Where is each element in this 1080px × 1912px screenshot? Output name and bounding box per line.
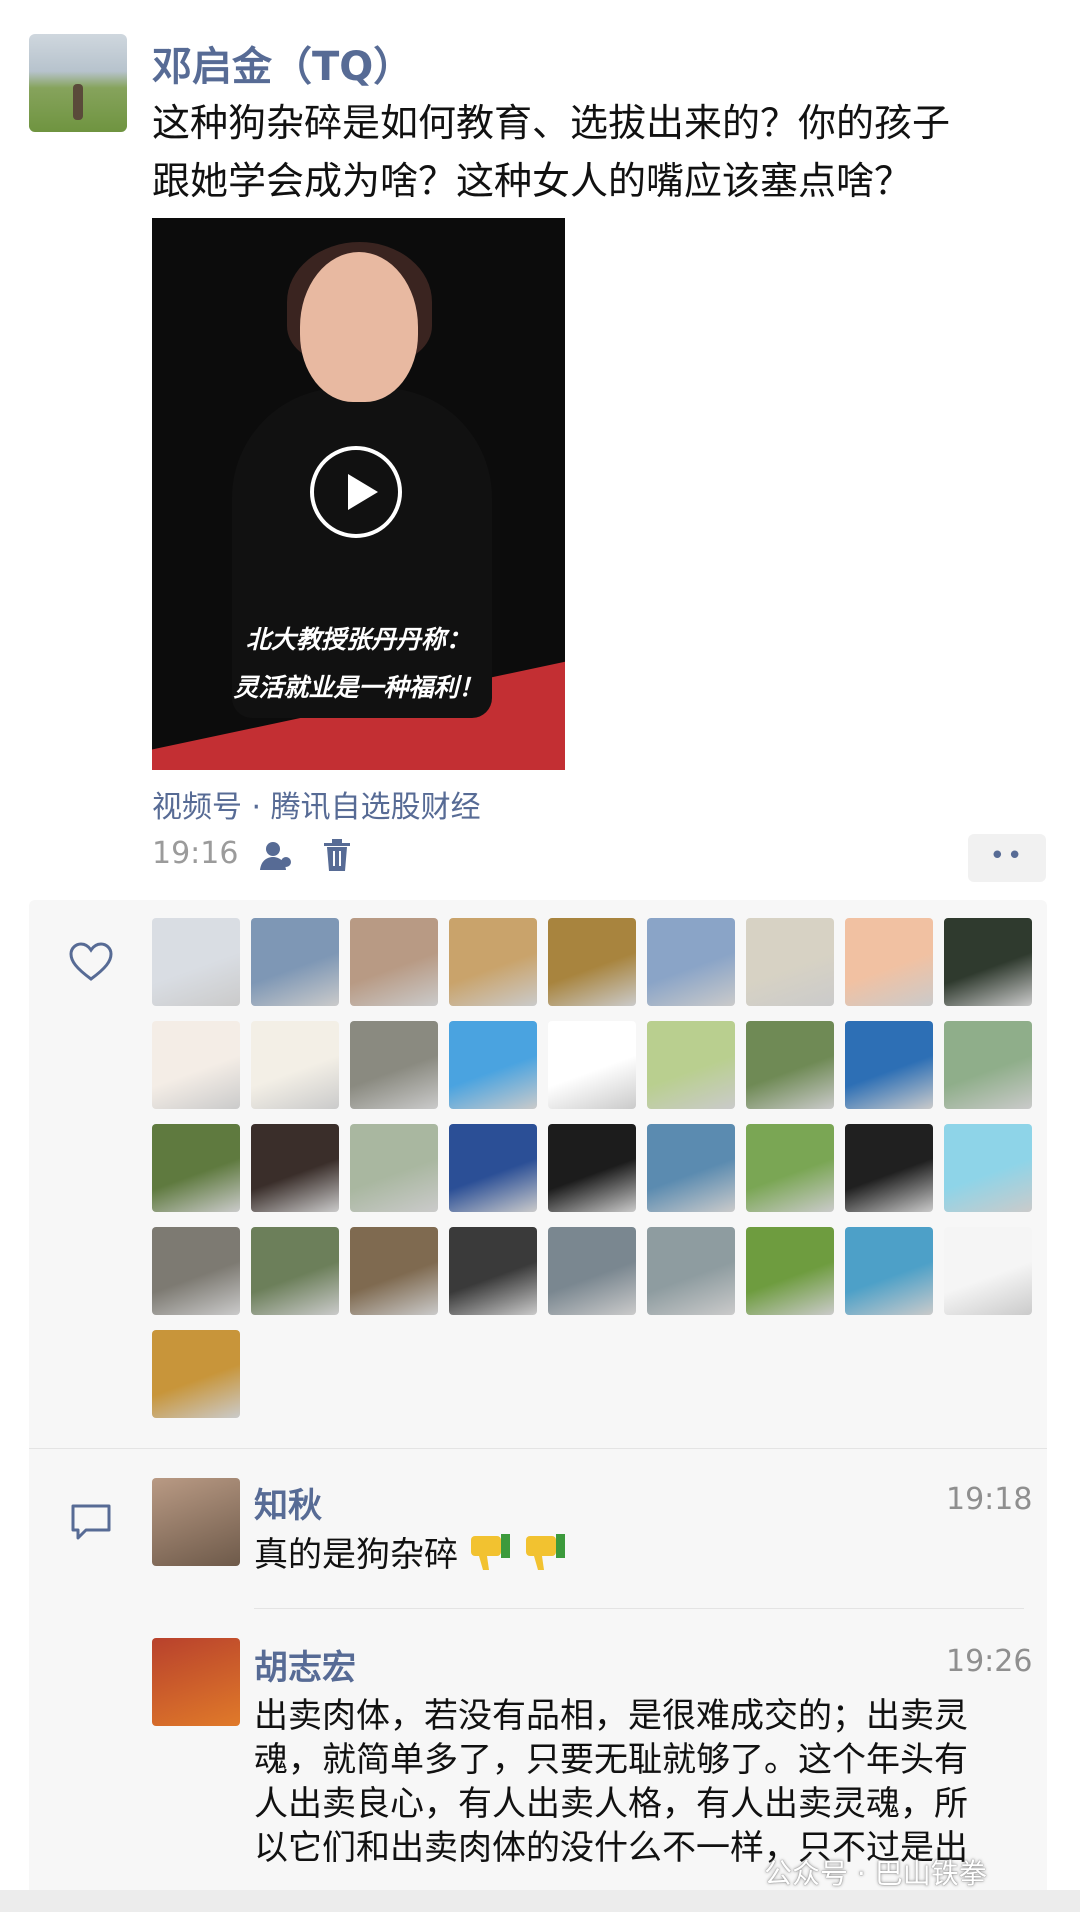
post-text: 这种狗杂碎是如何教育、选拔出来的？你的孩子 跟她学会成为啥？这种女人的嘴应该塞点… <box>152 94 1052 210</box>
delete-icon[interactable] <box>322 838 352 872</box>
like-avatar[interactable] <box>152 1330 240 1418</box>
likes-grid <box>152 918 1052 1418</box>
like-avatar[interactable] <box>251 918 339 1006</box>
like-avatar[interactable] <box>845 1124 933 1212</box>
like-avatar[interactable] <box>350 918 438 1006</box>
like-avatar[interactable] <box>350 1227 438 1315</box>
heart-icon <box>69 942 113 981</box>
post-author-avatar[interactable] <box>29 34 127 132</box>
post-text-line: 这种狗杂碎是如何教育、选拔出来的？你的孩子 <box>152 101 951 145</box>
like-avatar[interactable] <box>845 1227 933 1315</box>
like-avatar[interactable] <box>251 1124 339 1212</box>
comment-text-line: 出卖肉体，若没有品相，是很难成交的；出卖灵 <box>254 1696 968 1736</box>
comment-text: 出卖肉体，若没有品相，是很难成交的；出卖灵 魂，就简单多了，只要无耻就够了。这个… <box>254 1694 1034 1870</box>
visibility-icon[interactable] <box>258 840 294 872</box>
like-avatar[interactable] <box>449 1124 537 1212</box>
like-avatar[interactable] <box>746 1124 834 1212</box>
like-avatar[interactable] <box>449 1021 537 1109</box>
like-avatar[interactable] <box>152 918 240 1006</box>
like-avatar[interactable] <box>251 1021 339 1109</box>
play-icon[interactable] <box>310 446 402 538</box>
like-avatar[interactable] <box>944 1227 1032 1315</box>
like-avatar[interactable] <box>152 1227 240 1315</box>
comment-time: 19:26 <box>946 1644 1033 1679</box>
like-avatar[interactable] <box>746 1227 834 1315</box>
like-avatar[interactable] <box>152 1021 240 1109</box>
watermark: 公众号 · 巴山铁拳 <box>764 1857 987 1890</box>
bottom-bar <box>0 1890 1080 1912</box>
video-thumbnail[interactable]: 北大教授张丹丹称： 灵活就业是一种福利！ <box>152 218 565 770</box>
like-avatar[interactable] <box>548 1227 636 1315</box>
like-avatar[interactable] <box>746 1021 834 1109</box>
video-caption-line: 灵活就业是一种福利！ <box>233 673 484 702</box>
like-avatar[interactable] <box>251 1227 339 1315</box>
like-avatar[interactable] <box>350 1124 438 1212</box>
like-avatar[interactable] <box>647 1124 735 1212</box>
like-avatar[interactable] <box>647 918 735 1006</box>
video-source-link[interactable]: 视频号 · 腾讯自选股财经 <box>152 782 481 826</box>
like-avatar[interactable] <box>944 918 1032 1006</box>
like-avatar[interactable] <box>152 1124 240 1212</box>
comment-author[interactable]: 知秋 <box>254 1478 322 1527</box>
thumbs-down-icon <box>470 1534 510 1570</box>
comment-avatar[interactable] <box>152 1638 240 1726</box>
post-author-name[interactable]: 邓启金（TQ） <box>152 34 413 92</box>
post-time: 19:16 <box>152 836 239 871</box>
divider <box>29 1448 1047 1449</box>
like-avatar[interactable] <box>350 1021 438 1109</box>
comment-text: 真的是狗杂碎 <box>254 1532 568 1577</box>
like-avatar[interactable] <box>548 918 636 1006</box>
more-button[interactable]: •• <box>968 834 1046 882</box>
comment-text-content: 真的是狗杂碎 <box>254 1535 458 1575</box>
like-avatar[interactable] <box>746 918 834 1006</box>
thumbs-down-icon <box>525 1534 565 1570</box>
like-avatar[interactable] <box>944 1124 1032 1212</box>
like-avatar[interactable] <box>944 1021 1032 1109</box>
comment-author[interactable]: 胡志宏 <box>254 1640 356 1689</box>
comment-avatar[interactable] <box>152 1478 240 1566</box>
comment-text-line: 魂，就简单多了，只要无耻就够了。这个年头有 <box>254 1740 968 1780</box>
like-avatar[interactable] <box>647 1227 735 1315</box>
comment-text-line: 人出卖良心，有人出卖人格，有人出卖灵魂，所 <box>254 1784 968 1824</box>
like-avatar[interactable] <box>845 918 933 1006</box>
like-avatar[interactable] <box>548 1124 636 1212</box>
like-avatar[interactable] <box>647 1021 735 1109</box>
comment-divider <box>254 1608 1024 1609</box>
post-text-line: 跟她学会成为啥？这种女人的嘴应该塞点啥？ <box>152 159 913 203</box>
comment-time: 19:18 <box>946 1482 1033 1517</box>
comment-icon <box>71 1504 111 1540</box>
like-avatar[interactable] <box>449 1227 537 1315</box>
like-avatar[interactable] <box>845 1021 933 1109</box>
like-avatar[interactable] <box>449 918 537 1006</box>
like-avatar[interactable] <box>548 1021 636 1109</box>
video-caption-line: 北大教授张丹丹称： <box>245 625 471 654</box>
